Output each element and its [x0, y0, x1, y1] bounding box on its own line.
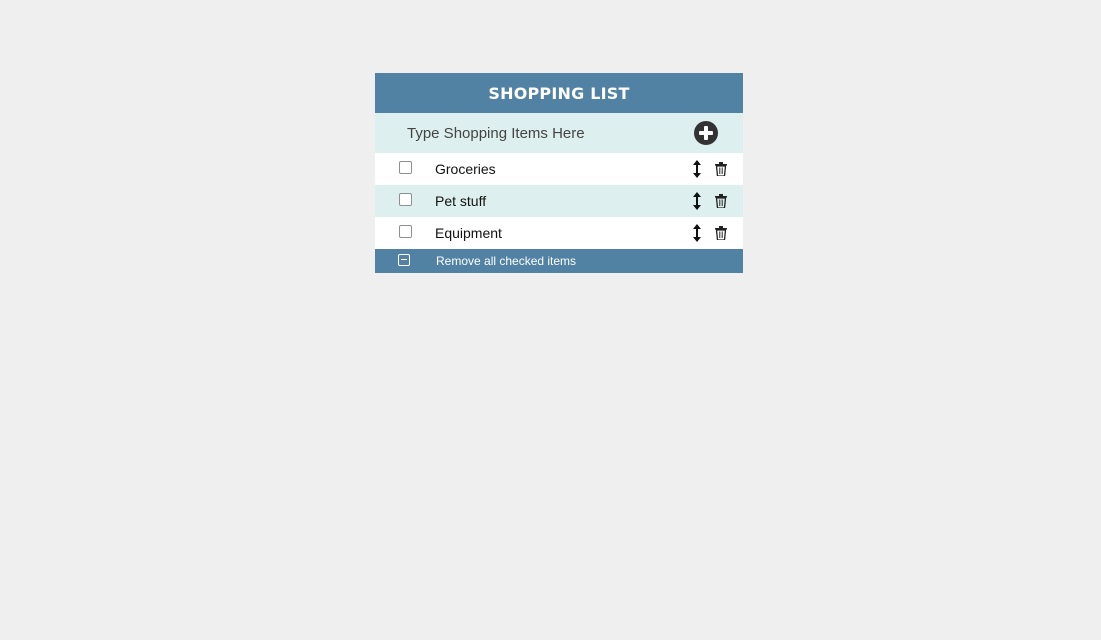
- item-checkbox[interactable]: [399, 225, 412, 238]
- item-checkbox[interactable]: [399, 161, 412, 174]
- trash-icon[interactable]: [715, 226, 727, 240]
- vertical-arrows-icon[interactable]: [692, 192, 702, 210]
- item-label: Pet stuff: [435, 193, 487, 209]
- item-checkbox[interactable]: [399, 193, 412, 206]
- vertical-arrows-icon[interactable]: [692, 224, 702, 242]
- vertical-arrows-icon[interactable]: [692, 160, 702, 178]
- trash-icon[interactable]: [715, 194, 727, 208]
- item-label: Equipment: [435, 225, 502, 241]
- entry-row: [375, 113, 743, 153]
- item-input[interactable]: [405, 121, 679, 145]
- list-item: Equipment: [375, 217, 743, 249]
- shopping-list-app: SHOPPING LIST Groceries Pet stuff: [375, 73, 743, 273]
- remove-checked-button[interactable]: Remove all checked items: [375, 249, 743, 273]
- item-label: Groceries: [435, 161, 496, 177]
- remove-checked-label: Remove all checked items: [436, 254, 577, 268]
- minus-square-icon: [398, 254, 410, 266]
- trash-icon[interactable]: [715, 162, 727, 176]
- list-item: Groceries: [375, 153, 743, 185]
- plus-circle-icon[interactable]: [694, 121, 718, 145]
- app-title: SHOPPING LIST: [375, 73, 743, 113]
- list-item: Pet stuff: [375, 185, 743, 217]
